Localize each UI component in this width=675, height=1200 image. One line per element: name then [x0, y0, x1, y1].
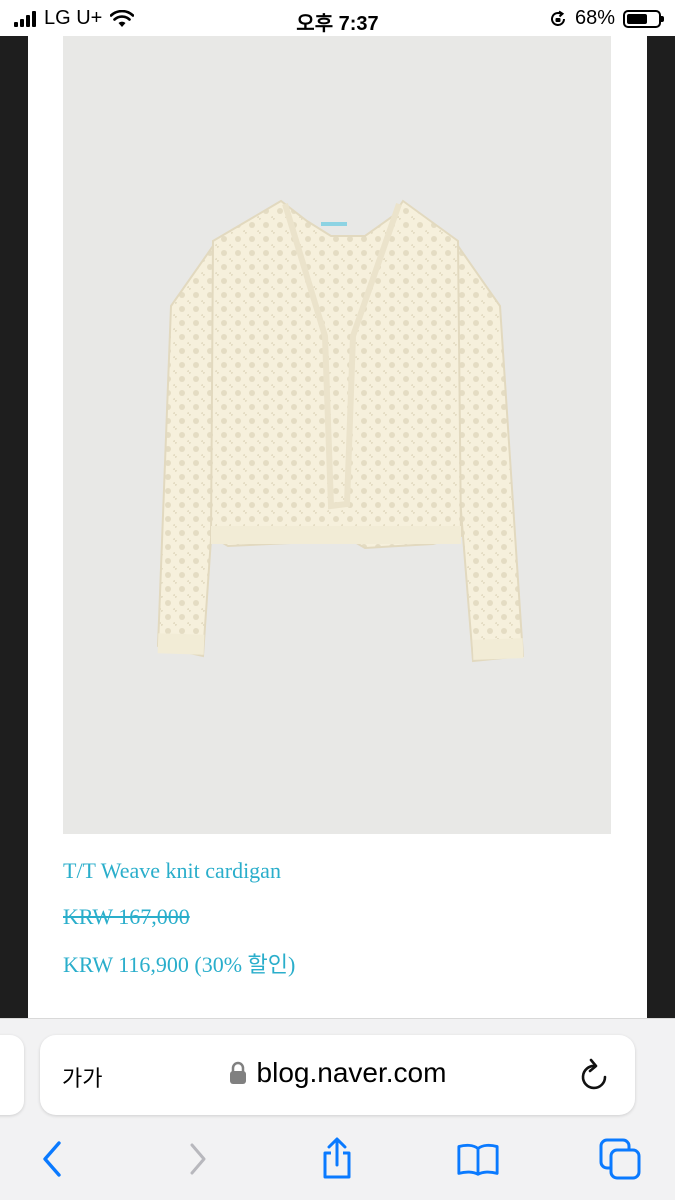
back-button[interactable] — [30, 1137, 74, 1181]
tabs-button[interactable] — [598, 1137, 642, 1181]
share-icon — [323, 1137, 351, 1179]
share-button[interactable] — [315, 1137, 359, 1181]
battery-percent: 68% — [574, 7, 615, 29]
page-side-margin-right — [647, 36, 675, 1018]
url-text[interactable]: blog.naver.com — [257, 1057, 447, 1089]
orientation-lock-icon — [551, 10, 565, 26]
forward-button[interactable] — [176, 1137, 220, 1181]
lock-icon — [229, 1061, 246, 1084]
battery-icon — [623, 9, 664, 28]
safari-bottom-bar: 가가 blog.naver.com — [0, 1018, 675, 1200]
chevron-left-icon — [43, 1141, 61, 1177]
chevron-right-icon — [190, 1143, 206, 1175]
tabs-icon — [599, 1138, 641, 1180]
status-bar: LG U+ 오후 7:37 68% — [0, 0, 675, 36]
cardigan-image-icon — [156, 199, 525, 663]
bookmarks-button[interactable] — [456, 1137, 500, 1181]
previous-tab-preview[interactable] — [0, 1035, 24, 1115]
product-title: T/T Weave knit cardigan — [63, 858, 281, 883]
page-side-margin-left — [0, 36, 28, 1018]
product-photo[interactable] — [63, 36, 611, 834]
status-right: 68% — [549, 7, 664, 30]
url-group[interactable]: blog.naver.com — [40, 1057, 635, 1089]
address-bar[interactable]: 가가 blog.naver.com — [40, 1035, 635, 1115]
battery-level-fill — [627, 13, 648, 24]
book-icon — [457, 1143, 499, 1176]
original-price: KRW 167,000 — [63, 904, 190, 929]
reload-icon[interactable] — [579, 1057, 611, 1093]
blog-post-body: T/T Weave knit cardigan KRW 167,000 KRW … — [28, 36, 647, 1018]
sale-price: KRW 116,900 (30% 할인) — [63, 952, 296, 977]
web-content[interactable]: T/T Weave knit cardigan KRW 167,000 KRW … — [0, 36, 675, 1018]
